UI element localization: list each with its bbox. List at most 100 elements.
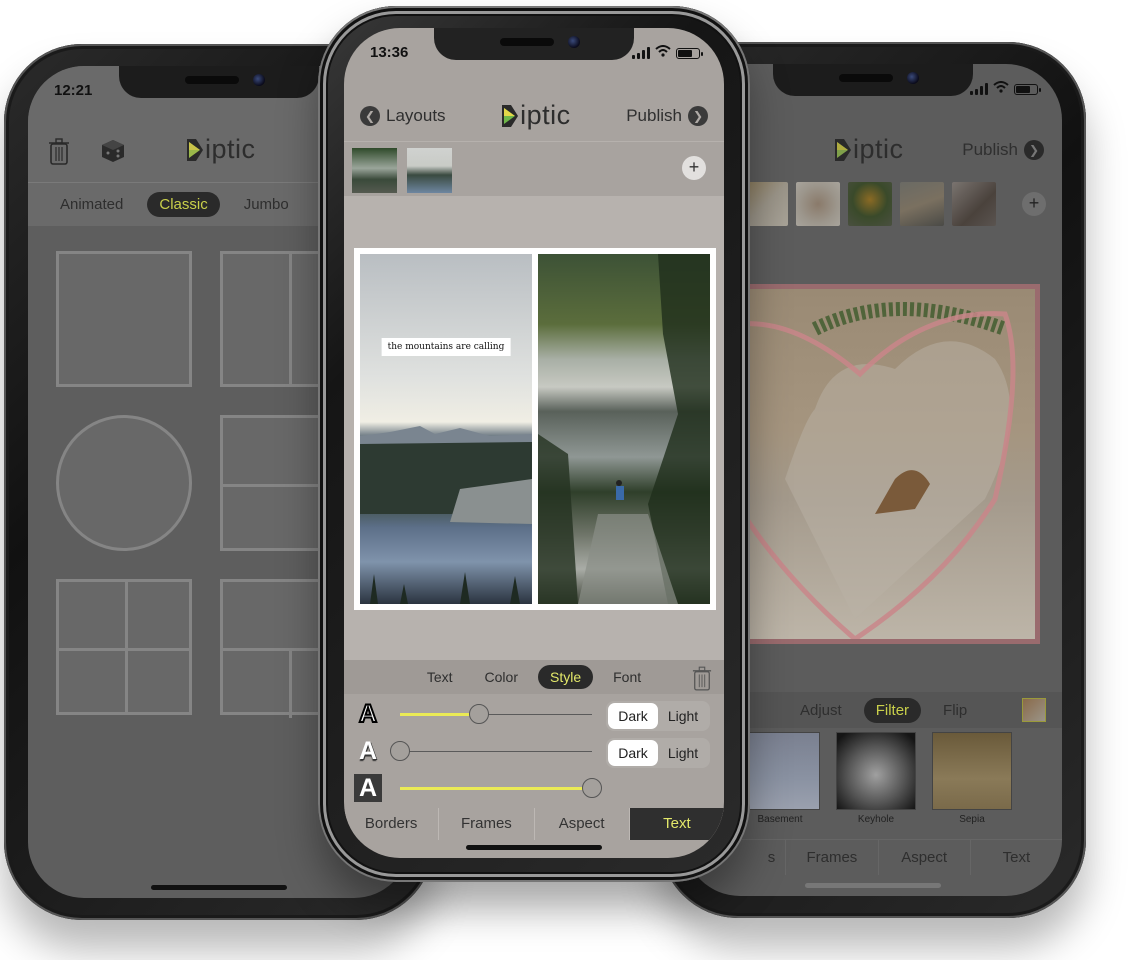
layout-circle[interactable]	[56, 415, 192, 551]
tab-borders[interactable]: Borders	[344, 808, 438, 840]
signal-icon	[632, 47, 650, 59]
tab-color[interactable]: Color	[473, 665, 530, 689]
tool-flip[interactable]: Flip	[931, 698, 979, 723]
toggle-light[interactable]: Light	[658, 703, 708, 729]
background-slider[interactable]	[400, 778, 602, 798]
filter-label: Keyhole	[857, 814, 895, 825]
back-label: Layouts	[386, 105, 446, 125]
publish-button[interactable]: Publish ❯	[626, 105, 708, 126]
publish-label: Publish	[626, 105, 682, 125]
home-indicator	[466, 845, 602, 850]
app-logo: iptic	[501, 100, 571, 131]
photo-thumbnail[interactable]	[407, 147, 452, 193]
photo-thumbnails	[344, 144, 724, 196]
heart-frame-canvas[interactable]	[740, 284, 1040, 644]
center-screen: 13:36 ❮ Layouts iptic Publish ❯ + the mo…	[344, 28, 724, 858]
layout-single-square[interactable]	[56, 251, 192, 387]
tab-font[interactable]: Font	[601, 665, 653, 689]
app-logo: iptic	[186, 134, 256, 165]
home-indicator	[151, 885, 287, 890]
home-indicator	[805, 883, 941, 888]
trash-icon[interactable]	[48, 138, 70, 171]
logo-text: iptic	[853, 134, 904, 164]
background-row: A	[344, 770, 724, 807]
tab-frames[interactable]: Frames	[785, 840, 877, 875]
status-time: 12:21	[54, 82, 93, 99]
status-icons	[632, 44, 703, 62]
center-phone: 13:36 ❮ Layouts iptic Publish ❯ + the mo…	[318, 6, 750, 882]
right-bottom-tabs: s Frames Aspect Text	[684, 839, 1062, 875]
shadow-color-toggle: Dark Light	[606, 738, 710, 768]
photo-thumbnail[interactable]	[900, 182, 944, 226]
collage-cell-left[interactable]: the mountains are calling	[360, 254, 532, 604]
filter-label: Sepia	[959, 814, 985, 825]
notch	[773, 64, 973, 96]
filter-label: Basement	[757, 814, 803, 825]
outline-row: A Dark Light	[344, 696, 724, 733]
dice-icon[interactable]	[100, 138, 126, 169]
outline-color-toggle: Dark Light	[606, 701, 710, 731]
battery-icon	[676, 47, 703, 59]
text-style-sliders: A Dark Light A Dark Light A	[344, 696, 724, 807]
outline-slider[interactable]	[400, 704, 592, 724]
tab-aspect[interactable]: Aspect	[533, 808, 629, 840]
notch	[119, 66, 319, 98]
filter-sepia[interactable]: Sepia	[932, 732, 1012, 825]
add-photo-button[interactable]: +	[682, 156, 706, 180]
layouts-back-button[interactable]: ❮ Layouts	[360, 105, 446, 126]
tool-adjust[interactable]: Adjust	[788, 698, 854, 723]
text-outline-icon: A	[358, 699, 378, 729]
toggle-dark[interactable]: Dark	[608, 740, 658, 766]
toggle-light[interactable]: Light	[658, 740, 708, 766]
collage-cell-right[interactable]	[538, 254, 710, 604]
tab-style[interactable]: Style	[538, 665, 594, 689]
filter-basement[interactable]: Basement	[740, 732, 820, 825]
toggle-dark[interactable]: Dark	[608, 703, 658, 729]
text-overlay[interactable]: the mountains are calling	[381, 338, 511, 356]
tab-animated[interactable]: Animated	[48, 192, 135, 217]
tab-aspect[interactable]: Aspect	[877, 840, 970, 875]
tab-frames[interactable]: Frames	[438, 808, 533, 840]
add-photo-button[interactable]: +	[1022, 192, 1046, 216]
text-style-tabs: Text Color Style Font	[344, 660, 724, 694]
status-icons	[970, 80, 1041, 98]
wifi-icon	[655, 44, 671, 62]
tab-text[interactable]: Text	[969, 840, 1062, 875]
center-nav-bar: ❮ Layouts iptic Publish ❯	[344, 90, 724, 142]
chevron-right-icon: ❯	[687, 105, 708, 126]
tab-text[interactable]: Text	[628, 808, 724, 840]
photo-thumbnail[interactable]	[744, 182, 788, 226]
notch	[434, 28, 634, 60]
slider-knob[interactable]	[390, 741, 410, 761]
photo-thumbnail[interactable]	[952, 182, 996, 226]
status-time: 13:36	[370, 44, 409, 61]
photo-thumbnail[interactable]	[848, 182, 892, 226]
logo-text: iptic	[520, 100, 571, 130]
slider-knob[interactable]	[582, 778, 602, 798]
center-bottom-tabs: Borders Frames Aspect Text	[344, 808, 724, 840]
filter-keyhole[interactable]: Keyhole	[836, 732, 916, 825]
photo-thumbnail[interactable]	[796, 182, 840, 226]
chevron-left-icon: ❮	[360, 105, 380, 126]
text-background-icon: A	[354, 774, 382, 802]
chevron-right-icon: ❯	[1024, 140, 1044, 160]
text-shadow-icon: A	[358, 737, 378, 765]
layout-four-grid[interactable]	[56, 579, 192, 715]
tab-jumbo[interactable]: Jumbo	[232, 192, 301, 217]
publish-label: Publish	[962, 140, 1018, 159]
tool-filter[interactable]: Filter	[863, 697, 922, 723]
selected-photo-thumbnail[interactable]	[1022, 698, 1046, 722]
photo-thumbnail[interactable]	[352, 147, 397, 193]
wifi-icon	[993, 80, 1009, 98]
tab-text[interactable]: Text	[415, 665, 465, 689]
shadow-slider[interactable]	[390, 741, 592, 761]
filter-strip: Basement Keyhole Sepia	[740, 732, 1062, 825]
logo-text: iptic	[205, 134, 256, 164]
tab-classic[interactable]: Classic	[147, 192, 220, 217]
slider-knob[interactable]	[468, 704, 489, 724]
publish-button[interactable]: Publish ❯	[962, 140, 1044, 160]
trash-icon[interactable]	[692, 666, 712, 697]
shadow-row: A Dark Light	[344, 733, 724, 770]
battery-icon	[1014, 83, 1041, 95]
app-logo: iptic	[834, 134, 904, 165]
